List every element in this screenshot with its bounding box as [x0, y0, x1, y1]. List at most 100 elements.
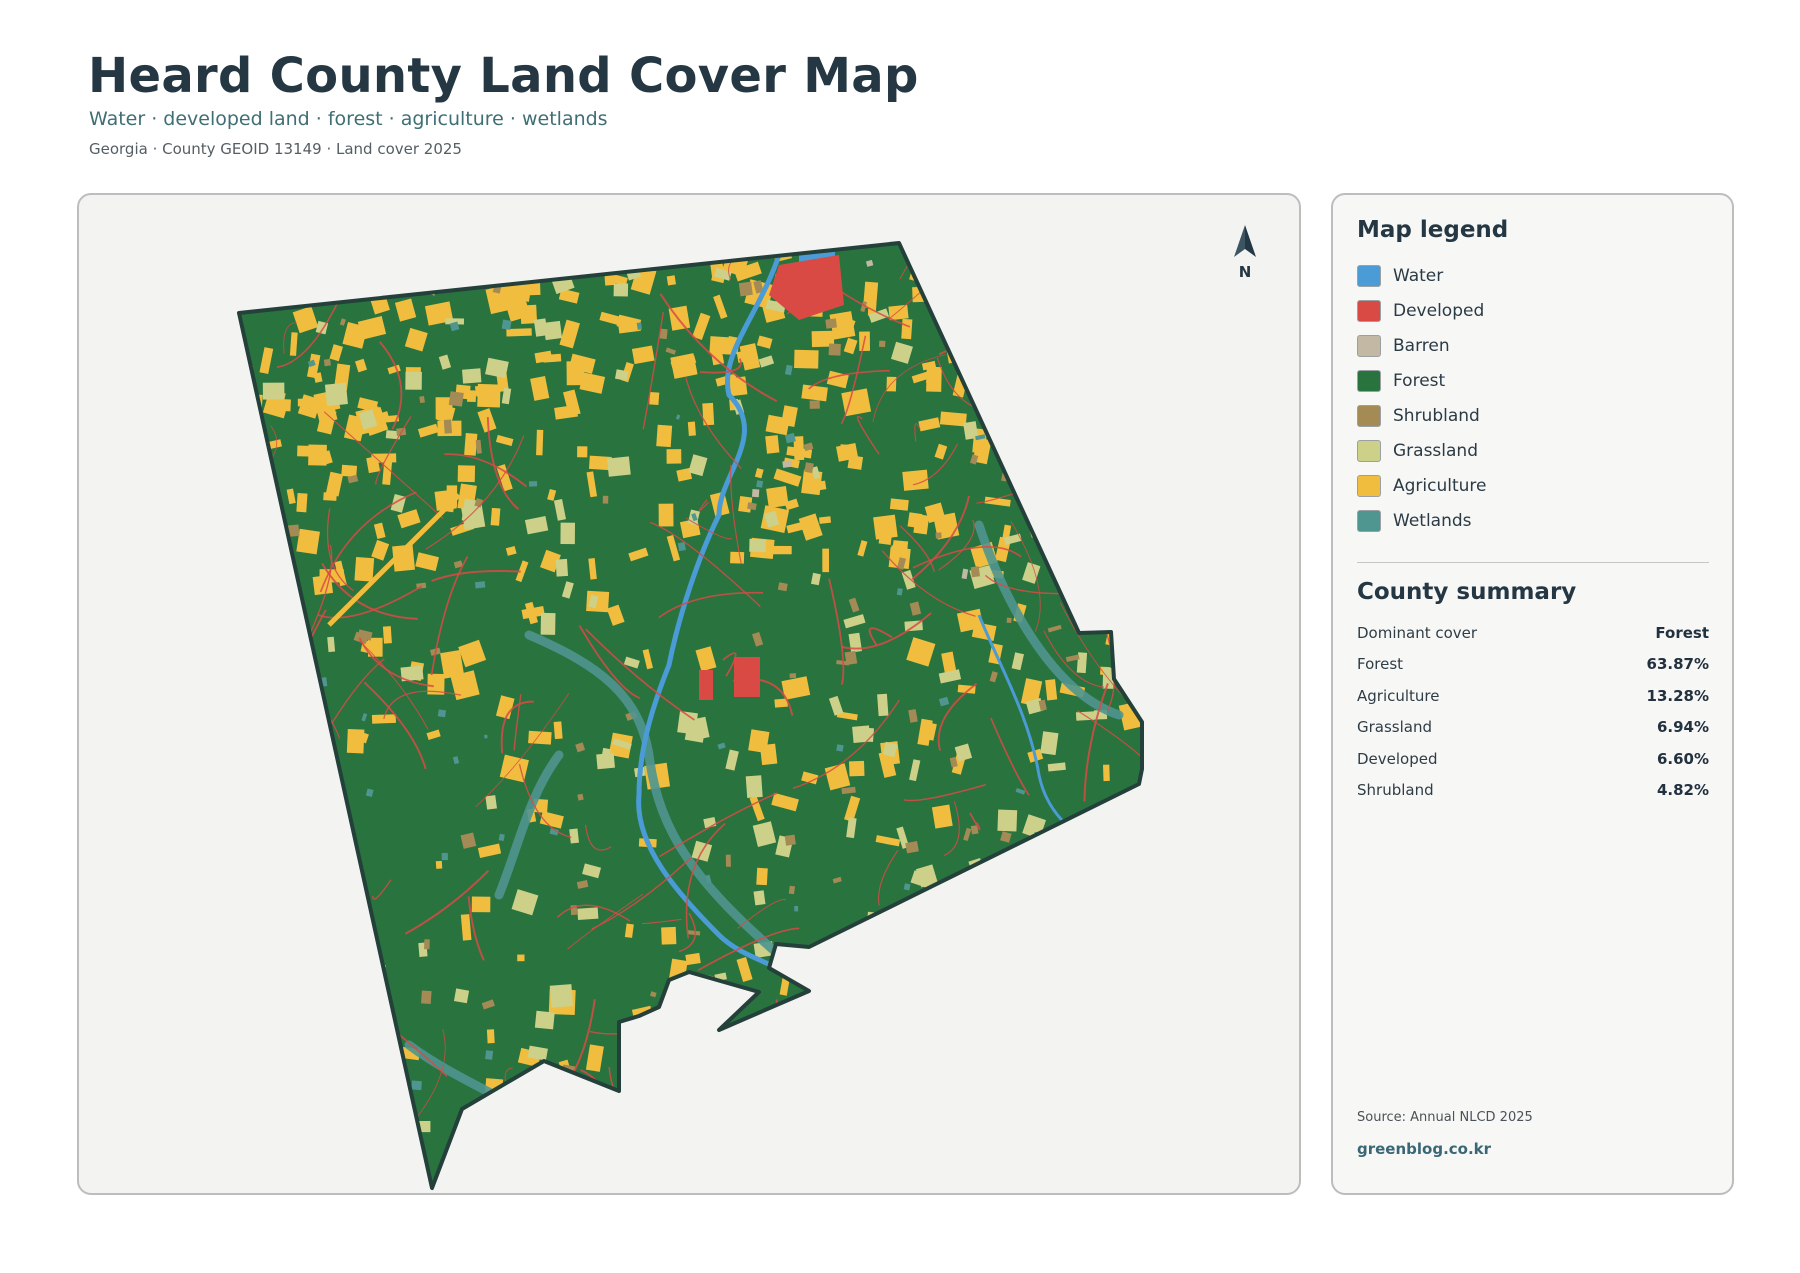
- agriculture-patch: [822, 548, 830, 573]
- grassland-patch: [327, 636, 336, 653]
- agriculture-patch: [830, 1023, 845, 1043]
- agriculture-patch: [414, 1188, 431, 1195]
- agriculture-patch: [640, 1056, 664, 1063]
- summary-label: Dominant cover: [1357, 624, 1478, 642]
- grassland-patch: [560, 522, 575, 545]
- grassland-patch: [345, 991, 361, 1004]
- grassland-patch: [278, 756, 298, 774]
- agriculture-patch: [1018, 415, 1038, 432]
- grassland-patch: [1116, 840, 1129, 851]
- agriculture-patch: [1094, 382, 1106, 404]
- road: [951, 1062, 1054, 1087]
- agriculture-patch: [301, 795, 327, 805]
- legend-swatch: [1357, 475, 1381, 497]
- agriculture-patch: [1005, 321, 1024, 338]
- legend-swatch: [1357, 370, 1381, 392]
- summary-row: Agriculture 13.28%: [1357, 685, 1709, 716]
- agriculture-patch: [901, 318, 913, 340]
- agriculture-patch: [907, 512, 923, 529]
- road: [1011, 1034, 1087, 1118]
- agriculture-patch: [1126, 340, 1142, 365]
- grassland-patch: [927, 959, 946, 972]
- agriculture-patch: [689, 984, 716, 1011]
- agriculture-patch: [1103, 764, 1110, 782]
- map-panel[interactable]: [77, 193, 1301, 1195]
- grassland-patch: [604, 1135, 621, 1149]
- summary-label: Developed: [1357, 749, 1438, 768]
- grassland-patch: [434, 243, 454, 253]
- legend-label: Water: [1393, 266, 1444, 286]
- grassland-patch: [753, 890, 766, 906]
- agriculture-patch: [666, 275, 676, 286]
- grassland-patch: [972, 288, 983, 302]
- wetlands-patch: [998, 1023, 1007, 1030]
- grassland-patch: [485, 795, 497, 810]
- road: [1094, 463, 1113, 489]
- road: [950, 318, 1057, 358]
- shrubland-patch: [1124, 808, 1137, 818]
- agriculture-patch: [341, 1057, 357, 1078]
- agriculture-patch: [765, 435, 780, 454]
- agriculture-patch: [1133, 459, 1142, 483]
- grassland-patch: [960, 1021, 979, 1037]
- wetlands-patch: [437, 709, 447, 718]
- shrubland-patch: [349, 1056, 365, 1072]
- grassland-patch: [533, 318, 548, 337]
- grassland-patch: [877, 989, 890, 1004]
- shrubland-patch: [788, 885, 796, 895]
- agriculture-patch: [301, 808, 318, 832]
- agriculture-patch: [1093, 923, 1114, 940]
- shrubland-patch: [1099, 519, 1106, 531]
- road: [925, 1067, 1005, 1086]
- summary-label: Grassland: [1357, 718, 1432, 737]
- shrubland-patch: [421, 990, 432, 1005]
- shrubland-patch: [970, 566, 980, 578]
- road: [885, 944, 916, 1028]
- brand-link[interactable]: greenblog.co.kr: [1357, 1140, 1491, 1158]
- grassland-patch: [944, 329, 954, 340]
- agriculture-patch: [656, 424, 673, 448]
- summary-value: 4.82%: [1656, 780, 1709, 799]
- legend-label: Developed: [1393, 301, 1485, 321]
- road: [1136, 874, 1142, 898]
- agriculture-patch: [354, 557, 375, 582]
- north-arrow-icon: [1234, 225, 1256, 257]
- wetlands-patch: [836, 744, 844, 752]
- grassland-patch: [997, 809, 1018, 832]
- grassland-patch: [987, 1172, 1008, 1188]
- road: [413, 243, 502, 255]
- grassland-patch: [778, 1055, 800, 1066]
- road: [1035, 1028, 1084, 1047]
- summary-row: Dominant cover Forest: [1357, 622, 1709, 653]
- agriculture-patch: [1140, 288, 1142, 296]
- legend-label: Barren: [1393, 336, 1450, 356]
- agriculture-patch: [313, 286, 320, 302]
- agriculture-patch: [586, 590, 610, 613]
- agriculture-patch: [1087, 1125, 1112, 1154]
- grassland-patch: [1050, 402, 1069, 417]
- shrubland-patch: [1004, 406, 1011, 412]
- legend-swatch: [1357, 405, 1381, 427]
- agriculture-patch: [1078, 869, 1104, 886]
- wetlands-patch: [328, 1091, 333, 1096]
- grassland-patch: [854, 726, 875, 742]
- county-map[interactable]: [79, 195, 1301, 1195]
- road: [247, 891, 327, 957]
- agriculture-patch: [673, 1079, 686, 1093]
- road: [1073, 1031, 1102, 1045]
- shrubland-patch: [229, 757, 238, 762]
- agriculture-patch: [983, 312, 995, 327]
- agriculture-patch: [577, 1174, 602, 1188]
- grassland-patch: [453, 988, 470, 1004]
- wetlands-patch: [984, 926, 997, 937]
- wetlands-patch: [1018, 320, 1026, 330]
- agriculture-patch: [371, 714, 396, 724]
- developed-area: [699, 670, 713, 700]
- north-arrow: N: [1228, 221, 1262, 285]
- agriculture-patch: [953, 968, 975, 979]
- shrubland-patch: [538, 1152, 549, 1160]
- agriculture-patch: [890, 1140, 914, 1167]
- legend-swatch: [1357, 265, 1381, 287]
- wetlands-patch: [890, 1004, 901, 1013]
- agriculture-patch: [283, 599, 299, 616]
